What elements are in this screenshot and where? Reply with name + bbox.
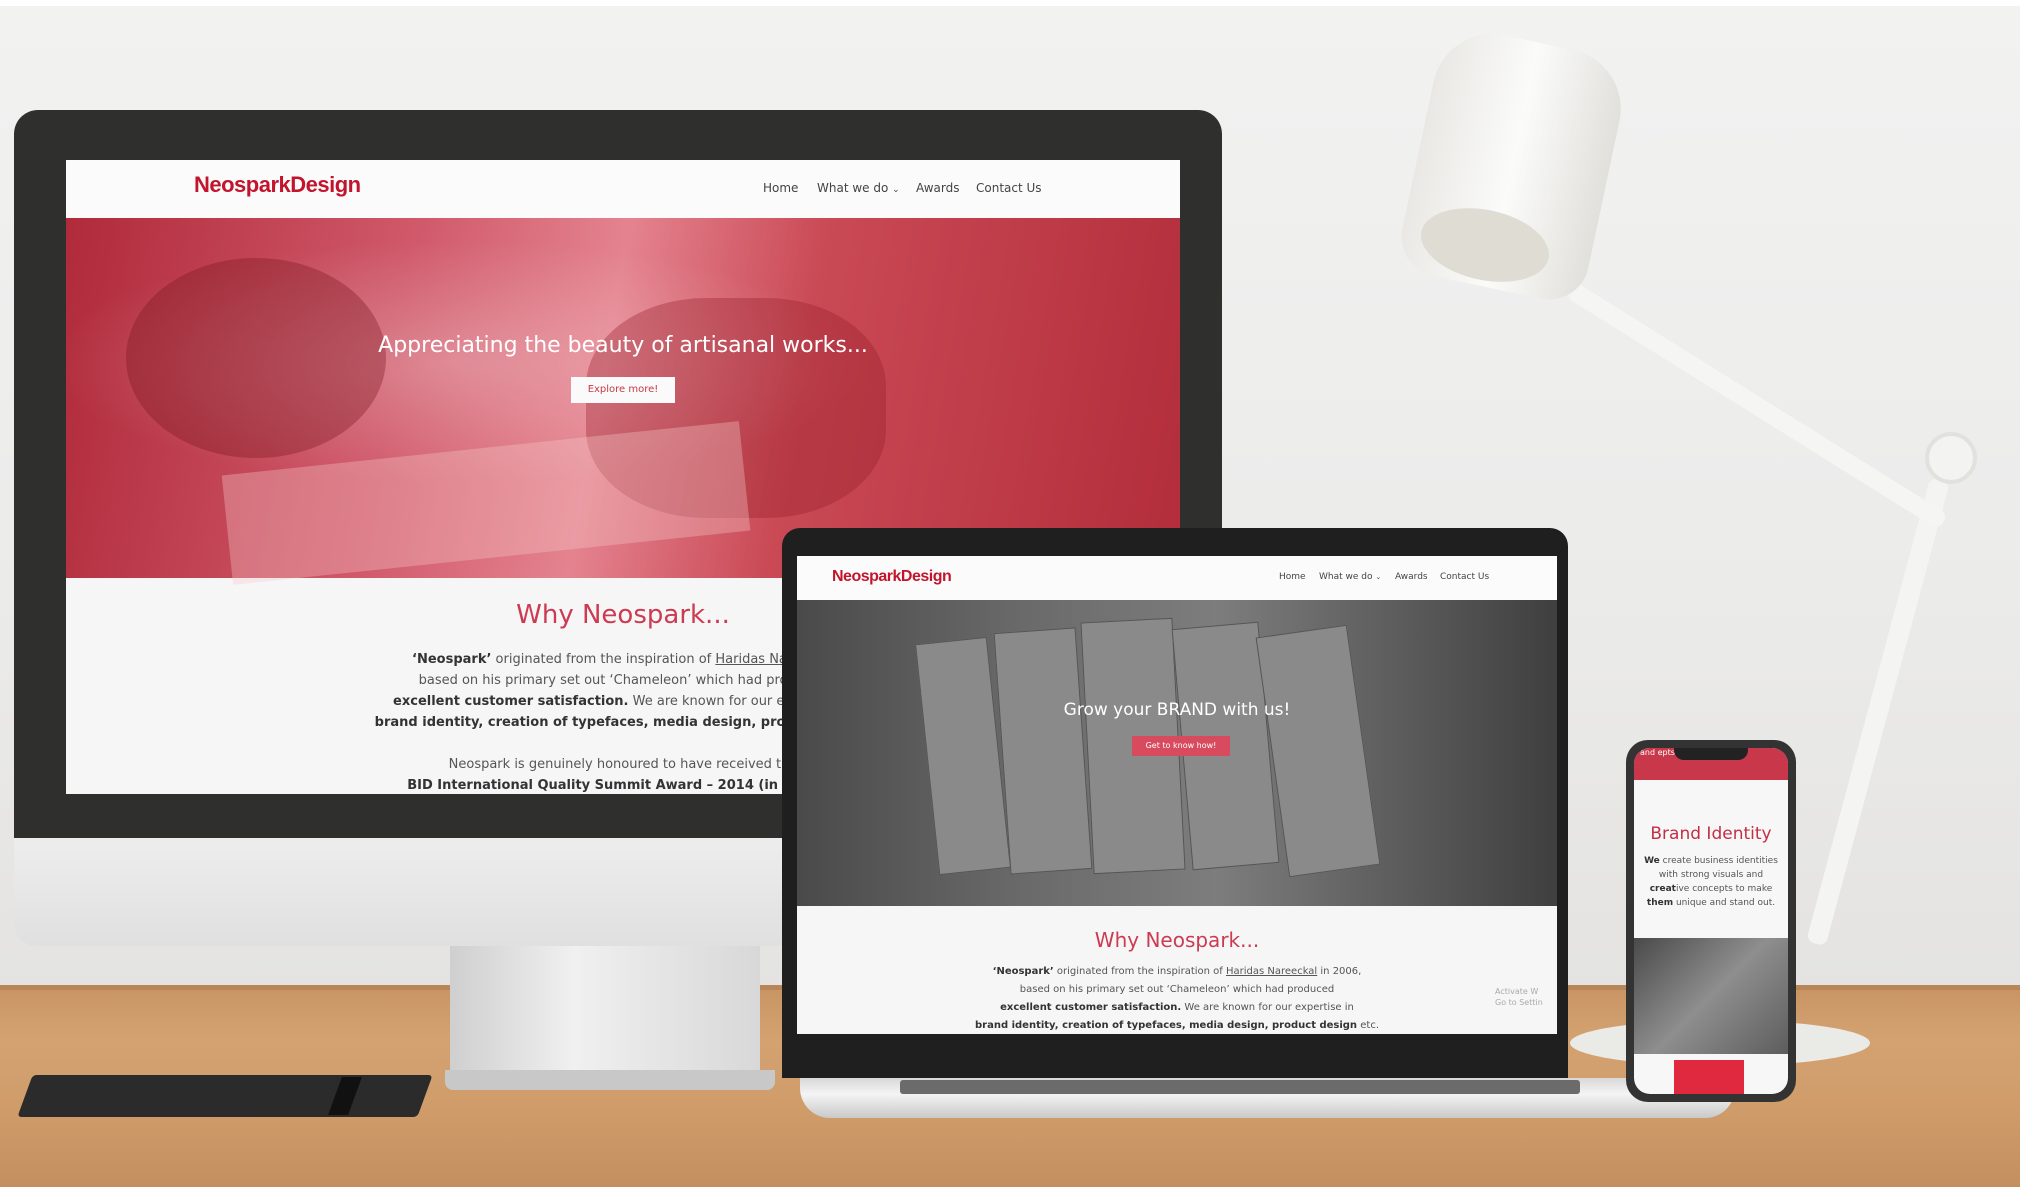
laptop-nav-what-we-do-label: What we do: [1319, 572, 1373, 582]
laptop-navbar: NeosparkDesign Home What we do ⌄ Awards …: [797, 556, 1557, 600]
phone-top-text: and epts.: [1640, 748, 1678, 757]
nav-what-we-do[interactable]: What we do ⌄: [817, 181, 900, 195]
paragraph-bold: We: [1644, 856, 1660, 866]
chevron-down-icon: ⌄: [892, 185, 900, 195]
phone-red-card-image: [1674, 1060, 1744, 1094]
laptop-nav-contact-us[interactable]: Contact Us: [1440, 572, 1489, 582]
nav-what-we-do-label: What we do: [817, 181, 889, 195]
laptop-nav-awards[interactable]: Awards: [1395, 572, 1428, 582]
laptop-paragraph-line: excellent customer satisfaction. We are …: [797, 1002, 1557, 1013]
laptop-nav-what-we-do[interactable]: What we do ⌄: [1319, 572, 1381, 582]
paragraph-bold: them: [1646, 898, 1674, 908]
phone-paragraph-line: with strong visuals and: [1658, 870, 1764, 880]
desktop-navbar: NeosparkDesign Home What we do ⌄ Awards …: [66, 160, 1180, 219]
paragraph-text: We are known for our expertise in: [1181, 1002, 1354, 1013]
laptop-hero-banner: Grow your BRAND with us! Get to know how…: [797, 600, 1557, 906]
lamp-joint: [1925, 432, 1977, 484]
get-to-know-how-button[interactable]: Get to know how!: [1132, 736, 1230, 756]
phone-paragraph-line: creative concepts to make: [1634, 884, 1788, 894]
paragraph-bold: excellent customer satisfaction.: [393, 694, 629, 709]
laptop-paragraph-line: brand identity, creation of typefaces, m…: [797, 1020, 1557, 1031]
watermark-line: Activate W: [1495, 987, 1539, 996]
desktop-logo[interactable]: NeosparkDesign: [194, 172, 361, 198]
phone-paragraph-line: We create business identities: [1634, 856, 1788, 866]
paragraph-text: etc.: [1357, 1020, 1379, 1031]
laptop-hero-title: Grow your BRAND with us!: [1063, 700, 1291, 720]
phone-screen: and epts. Brand Identity We create busin…: [1634, 748, 1788, 1094]
magazine-image: [993, 627, 1093, 875]
phone-paragraph-line: them unique and stand out.: [1634, 898, 1788, 908]
top-band: [0, 0, 2020, 6]
haridas-link[interactable]: Haridas Nareeckal: [1226, 966, 1317, 977]
monitor-stand: [450, 946, 760, 1086]
paragraph-text: originated from the inspiration of: [1053, 966, 1226, 977]
paragraph-text: create business identities: [1659, 856, 1778, 866]
phone-section-title: Brand Identity: [1650, 824, 1772, 844]
hero-photo-figure: [126, 258, 386, 458]
paragraph-bold: creat: [1649, 884, 1676, 894]
laptop-why-heading: Why Neospark...: [1094, 928, 1260, 952]
monitor-stand-foot: [445, 1070, 775, 1090]
paragraph-text: in 2006,: [1317, 966, 1362, 977]
watermark-line: Go to Settin: [1495, 998, 1543, 1007]
phone-notch: [1674, 748, 1748, 760]
laptop-paragraph-line: based on his primary set out ‘Chameleon’…: [1019, 984, 1335, 995]
desktop-hero-banner: Appreciating the beauty of artisanal wor…: [66, 218, 1180, 585]
neospark-bold: ‘Neospark’: [412, 652, 492, 667]
phone-brand-image: [1634, 938, 1788, 1054]
nav-home[interactable]: Home: [763, 181, 798, 195]
paragraph-bold: brand identity, creation of typefaces, m…: [974, 1020, 1358, 1031]
laptop-nav-home[interactable]: Home: [1279, 572, 1306, 582]
neospark-bold: ‘Neospark’: [992, 966, 1054, 977]
paragraph-bold: excellent customer satisfaction.: [1000, 1002, 1182, 1013]
paragraph-text: originated from the inspiration of: [491, 652, 716, 667]
nav-awards[interactable]: Awards: [916, 181, 959, 195]
laptop-screen: NeosparkDesign Home What we do ⌄ Awards …: [797, 556, 1557, 1034]
chevron-down-icon: ⌄: [1375, 573, 1382, 581]
laptop-keyboard: [900, 1080, 1580, 1094]
nav-contact-us[interactable]: Contact Us: [976, 181, 1042, 195]
explore-more-button[interactable]: Explore more!: [571, 377, 675, 403]
paragraph-text: ive concepts to make: [1675, 884, 1773, 894]
desktop-hero-title: Appreciating the beauty of artisanal wor…: [378, 333, 868, 358]
award-bold: BID International Quality Summit Award –…: [407, 778, 839, 793]
notebook: [17, 1075, 433, 1117]
windows-activation-watermark: Activate W Go to Settin: [1495, 986, 1543, 1008]
laptop-paragraph-line: ‘Neospark’ originated from the inspirati…: [797, 966, 1557, 977]
laptop-logo[interactable]: NeosparkDesign: [832, 568, 952, 586]
paragraph-text: unique and stand out.: [1673, 898, 1776, 908]
